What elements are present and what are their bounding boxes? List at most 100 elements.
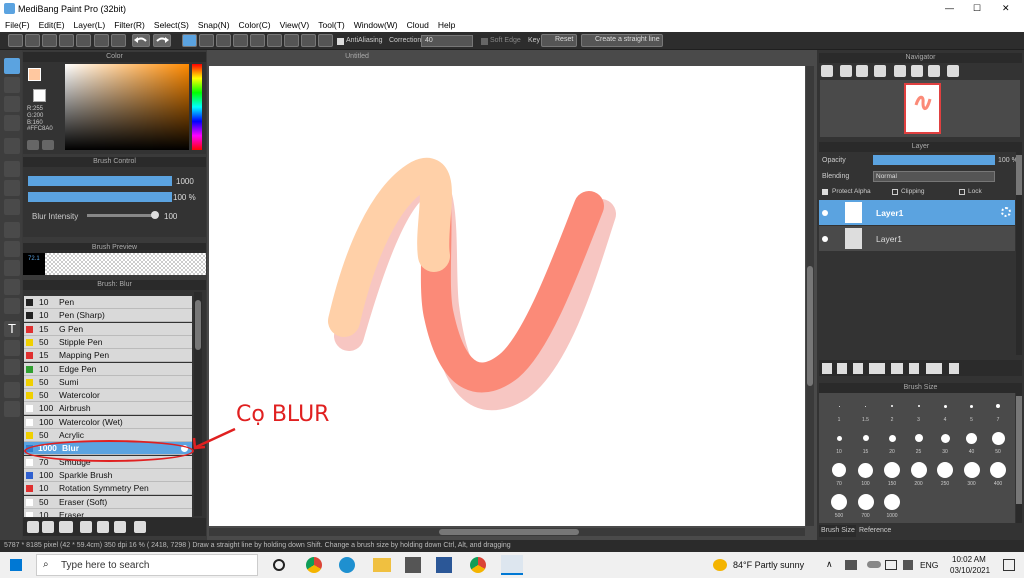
- palette-icon[interactable]: [27, 140, 39, 150]
- brush-list-item[interactable]: 15 G Pen: [24, 322, 192, 336]
- brush-list-item[interactable]: 100 Watercolor (Wet): [24, 415, 192, 429]
- layer-item[interactable]: Layer1: [819, 226, 1015, 251]
- chat-icon[interactable]: [59, 34, 74, 47]
- menu-edit[interactable]: Edit(E): [39, 20, 65, 30]
- brush-size-preset[interactable]: 15: [854, 427, 878, 457]
- brush-size-preset[interactable]: 500: [827, 491, 851, 521]
- new-halftone-layer-icon[interactable]: [837, 363, 847, 374]
- tab-brush-size[interactable]: Brush Size: [819, 525, 856, 537]
- select-eraser-tool-icon[interactable]: [4, 298, 20, 314]
- brush-size-preset[interactable]: 10: [827, 427, 851, 457]
- fill-rect-tool-icon[interactable]: [4, 161, 20, 177]
- magic-wand-tool-icon[interactable]: [4, 260, 20, 276]
- menu-filter[interactable]: Filter(R): [114, 20, 145, 30]
- duplicate-layer-icon[interactable]: [909, 363, 919, 374]
- tray-chevron-icon[interactable]: ∧: [826, 559, 833, 570]
- cloud-icon[interactable]: [8, 34, 23, 47]
- rectangle-tool-icon[interactable]: [4, 96, 20, 112]
- brush-list-item[interactable]: 50 Watercolor: [24, 389, 192, 403]
- gradient-tool-icon[interactable]: [4, 199, 20, 215]
- notification-icon[interactable]: [1003, 559, 1015, 571]
- brush-size-preset[interactable]: 100: [854, 459, 878, 489]
- hand-tool-icon[interactable]: [4, 401, 20, 417]
- layer-settings-icon[interactable]: [1001, 207, 1011, 217]
- lasso-tool-icon[interactable]: [4, 241, 20, 257]
- onedrive-icon[interactable]: [867, 561, 881, 568]
- color-picker-square[interactable]: [65, 64, 189, 150]
- rotate-right-icon[interactable]: [928, 65, 940, 77]
- snap-parallel-icon[interactable]: [199, 34, 214, 47]
- select-pen-tool-icon[interactable]: [4, 279, 20, 295]
- blur-slider-thumb[interactable]: [151, 211, 159, 219]
- snap-off-icon[interactable]: [182, 34, 197, 47]
- brush-list-item[interactable]: 10 Edge Pen: [24, 362, 192, 376]
- menu-help[interactable]: Help: [438, 20, 455, 30]
- word-icon[interactable]: [436, 557, 452, 573]
- medibang-taskbar-icon[interactable]: [501, 555, 523, 575]
- menu-tool[interactable]: Tool(T): [318, 20, 344, 30]
- brush-list-item[interactable]: 15 Mapping Pen: [24, 349, 192, 363]
- brush-size-preset[interactable]: 40: [960, 427, 984, 457]
- lock-checkbox[interactable]: [959, 189, 965, 195]
- reset-button[interactable]: Reset: [541, 34, 577, 47]
- network-icon[interactable]: [845, 560, 857, 570]
- brush-size-preset[interactable]: 400: [986, 459, 1010, 489]
- redo-icon[interactable]: [153, 34, 171, 47]
- store-icon[interactable]: [405, 557, 421, 573]
- snap-radial-icon[interactable]: [250, 34, 265, 47]
- display-icon[interactable]: [885, 560, 897, 570]
- rotate-left-icon[interactable]: [894, 65, 906, 77]
- undo-icon[interactable]: [132, 34, 150, 47]
- layout-icon[interactable]: [111, 34, 126, 47]
- clock-date[interactable]: 03/10/2021: [950, 566, 990, 575]
- brush-size-preset[interactable]: 200: [907, 459, 931, 489]
- brush-size-preset[interactable]: 7: [986, 395, 1010, 425]
- task-view-icon[interactable]: [273, 559, 285, 571]
- straight-line-button[interactable]: Create a straight line: [581, 34, 663, 47]
- comment-icon[interactable]: [42, 34, 57, 47]
- brush-list-item[interactable]: 10 Rotation Symmetry Pen: [24, 482, 192, 496]
- menu-color[interactable]: Color(C): [239, 20, 271, 30]
- brush-list-scroll-thumb[interactable]: [195, 300, 201, 350]
- volume-icon[interactable]: [903, 560, 913, 570]
- brush-list-item[interactable]: 50 Eraser (Soft): [24, 495, 192, 509]
- menu-file[interactable]: File(F): [5, 20, 30, 30]
- palette-icon-2[interactable]: [42, 140, 54, 150]
- maximize-button[interactable]: ☐: [973, 3, 981, 14]
- brush-size-scroll-thumb[interactable]: [1016, 396, 1022, 504]
- brush-size-preset[interactable]: 5: [960, 395, 984, 425]
- brush-opacity-slider[interactable]: [28, 192, 172, 202]
- eye-icon[interactable]: [822, 236, 828, 242]
- zoom-fit-icon[interactable]: [856, 65, 868, 77]
- brush-settings-icon[interactable]: [59, 521, 73, 533]
- brush-size-preset[interactable]: 20: [880, 427, 904, 457]
- snap-circle-icon[interactable]: [267, 34, 282, 47]
- zoom-actual-icon[interactable]: [874, 65, 886, 77]
- board-icon[interactable]: [76, 34, 91, 47]
- taskbar-search-box[interactable]: ⌕ Type here to search: [36, 554, 258, 576]
- menu-window[interactable]: Window(W): [354, 20, 398, 30]
- brush-size-preset[interactable]: 1000: [880, 491, 904, 521]
- brush-import-icon[interactable]: [80, 521, 92, 533]
- snap-settings-icon[interactable]: [318, 34, 333, 47]
- brush-size-preset[interactable]: 1: [827, 395, 851, 425]
- weather-text[interactable]: 84°F Partly sunny: [733, 560, 804, 570]
- brush-list-item[interactable]: 10 Pen (Sharp): [24, 309, 192, 323]
- snap-cross-icon[interactable]: [216, 34, 231, 47]
- layer-type-dropdown-icon[interactable]: [869, 363, 885, 374]
- check-tool-icon[interactable]: [4, 115, 20, 131]
- rotate-reset-icon[interactable]: [911, 65, 923, 77]
- menu-select[interactable]: Select(S): [154, 20, 189, 30]
- operation-tool-icon[interactable]: [4, 340, 20, 356]
- layer-opacity-slider[interactable]: [873, 155, 995, 165]
- brush-size-preset[interactable]: 700: [854, 491, 878, 521]
- brush-duplicate-icon[interactable]: [114, 521, 126, 533]
- navigator-preview[interactable]: [820, 80, 1020, 137]
- menu-snap[interactable]: Snap(N): [198, 20, 230, 30]
- brush-size-preset[interactable]: 150: [880, 459, 904, 489]
- brush-size-preset[interactable]: 70: [827, 459, 851, 489]
- brush-size-preset[interactable]: 50: [986, 427, 1010, 457]
- brush-size-preset[interactable]: 30: [933, 427, 957, 457]
- brush-copy-icon[interactable]: [42, 521, 54, 533]
- clipping-checkbox[interactable]: [892, 189, 898, 195]
